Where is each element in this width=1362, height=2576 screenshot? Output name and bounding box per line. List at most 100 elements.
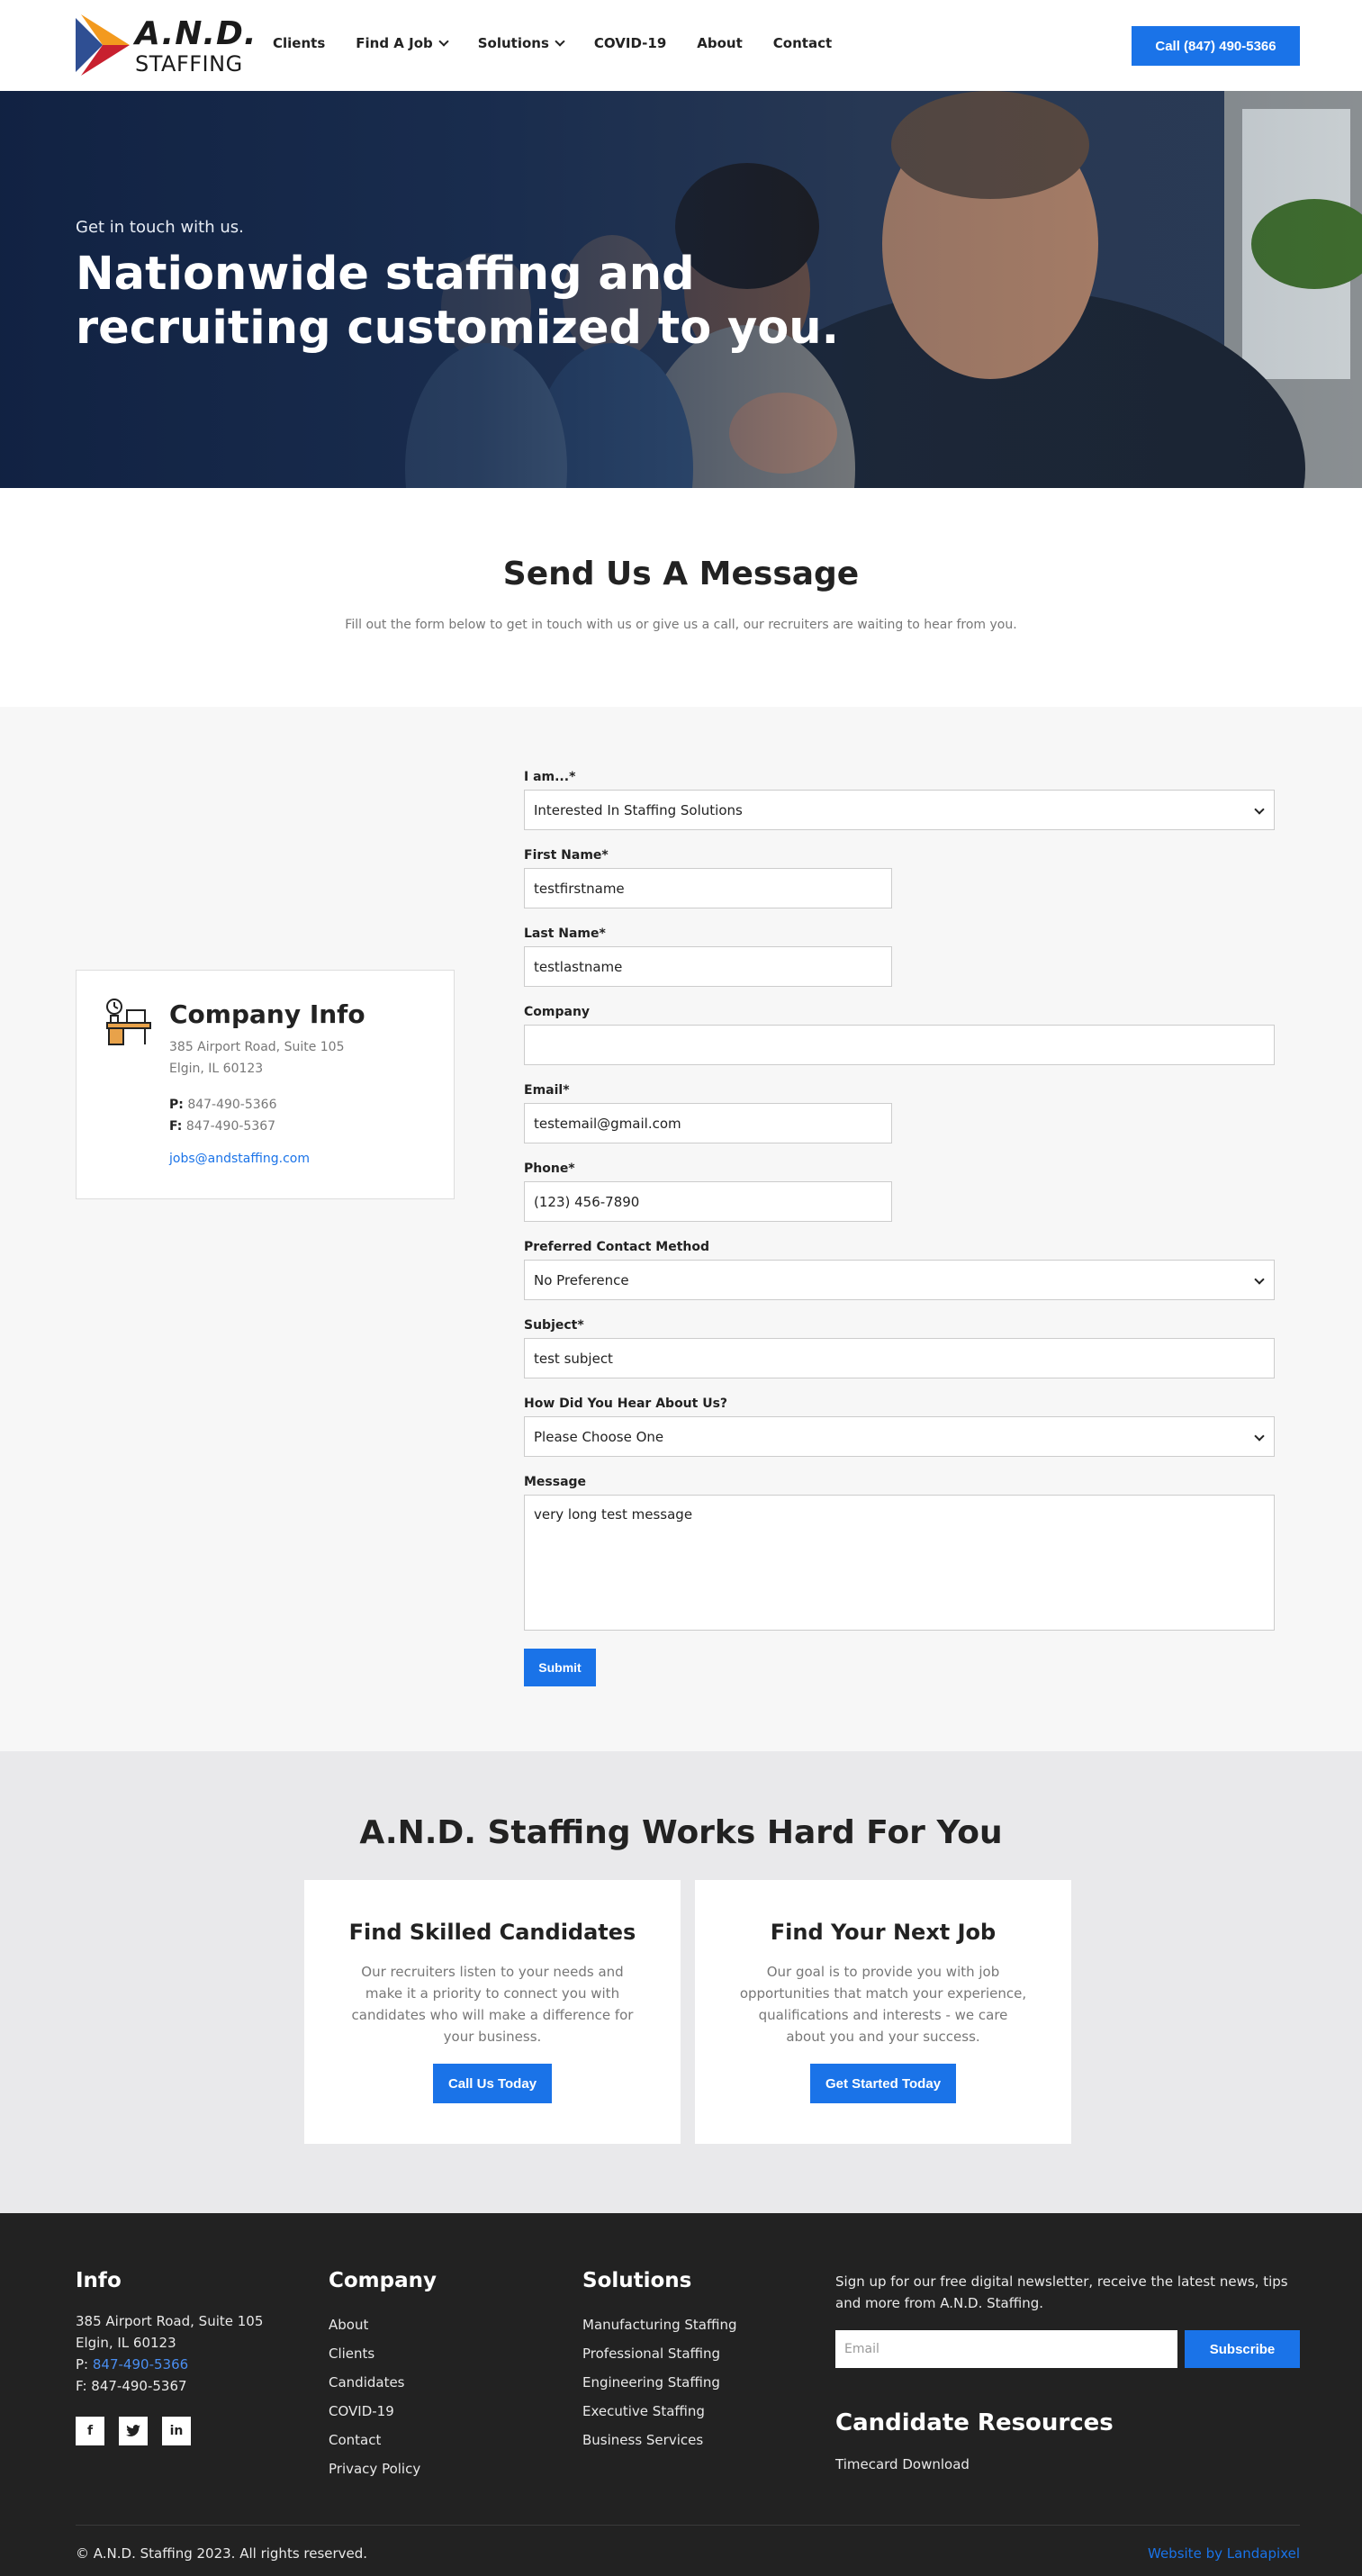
logo-sub-text: STAFFING bbox=[135, 51, 243, 77]
company-label: Company bbox=[524, 1005, 591, 1019]
nav-label: COVID-19 bbox=[593, 35, 667, 51]
footer-company-title: Company bbox=[329, 2269, 437, 2292]
first-name-field[interactable]: testfirstname bbox=[524, 868, 892, 908]
footer-divider bbox=[76, 2525, 1300, 2526]
desk-icon bbox=[106, 999, 151, 1045]
works-hard-section: A.N.D. Staffing Works Hard For You Find … bbox=[0, 1751, 1362, 2213]
company-info-card: Company Info 385 Airport Road, Suite 105… bbox=[76, 970, 455, 1199]
social-links: f in bbox=[76, 2417, 263, 2445]
subject-label: Subject* bbox=[524, 1318, 584, 1333]
footer-link-covid-19[interactable]: COVID-19 bbox=[329, 2397, 437, 2426]
email-link[interactable]: jobs@andstaffing.com bbox=[169, 1152, 365, 1166]
contact-form: I am...* Interested In Staffing Solution… bbox=[524, 770, 1275, 1686]
card-text: Our recruiters listen to your needs and … bbox=[351, 1964, 634, 2045]
subject-field[interactable]: test subject bbox=[524, 1338, 1275, 1378]
email-label: Email* bbox=[524, 1083, 570, 1098]
hear-about-select[interactable]: Please Choose One bbox=[524, 1416, 1275, 1457]
twitter-icon[interactable] bbox=[119, 2417, 148, 2445]
footer-phone-label: P: bbox=[76, 2356, 89, 2373]
nav-label: Solutions bbox=[477, 35, 549, 51]
footer-link-candidates[interactable]: Candidates bbox=[329, 2368, 437, 2397]
website-credit-link[interactable]: Website by Landapixel bbox=[1148, 2545, 1300, 2562]
nav-contact[interactable]: Contact bbox=[773, 35, 832, 51]
first-name-label: First Name* bbox=[524, 848, 609, 863]
address-line-2: Elgin, IL 60123 bbox=[169, 1062, 264, 1076]
footer-solutions: Solutions Manufacturing Staffing Profess… bbox=[582, 2269, 737, 2454]
nav-about[interactable]: About bbox=[697, 35, 743, 51]
nav-clients[interactable]: Clients bbox=[273, 35, 325, 51]
section-title: Send Us A Message bbox=[502, 556, 860, 592]
logo-main-text: A.N.D. bbox=[135, 15, 257, 52]
email-field[interactable]: testemail@gmail.com bbox=[524, 1103, 892, 1143]
copyright: © A.N.D. Staffing 2023. All rights reser… bbox=[76, 2545, 368, 2562]
site-footer: Info 385 Airport Road, Suite 105 Elgin, … bbox=[0, 2213, 1362, 2576]
call-us-today-button[interactable]: Call Us Today bbox=[432, 2064, 553, 2103]
footer-link-professional[interactable]: Professional Staffing bbox=[582, 2339, 737, 2368]
footer-address-2: Elgin, IL 60123 bbox=[76, 2335, 176, 2351]
footer-company: Company About Clients Candidates COVID-1… bbox=[329, 2269, 437, 2483]
site-logo[interactable]: A.N.D. STAFFING bbox=[76, 14, 257, 76]
section-subtitle: Fill out the form below to get in touch … bbox=[345, 618, 1017, 632]
iam-select[interactable]: Interested In Staffing Solutions bbox=[524, 790, 1275, 830]
fax-line: F: 847-490-5367 bbox=[169, 1116, 365, 1137]
message-intro: Send Us A Message Fill out the form belo… bbox=[0, 488, 1362, 707]
company-field[interactable] bbox=[524, 1025, 1275, 1065]
nav-label: Clients bbox=[273, 35, 326, 51]
timecard-download-link[interactable]: Timecard Download bbox=[835, 2456, 1303, 2472]
fax-number: 847-490-5367 bbox=[185, 1119, 276, 1134]
hero-banner: Get in touch with us. Nationwide staffin… bbox=[0, 91, 1362, 488]
newsletter-text: Sign up for our free digital newsletter,… bbox=[835, 2273, 1288, 2311]
footer-link-clients[interactable]: Clients bbox=[329, 2339, 437, 2368]
address-line-1: 385 Airport Road, Suite 105 bbox=[169, 1040, 345, 1054]
footer-info: Info 385 Airport Road, Suite 105 Elgin, … bbox=[76, 2269, 263, 2445]
site-header: A.N.D. STAFFING Clients Find A Job Solut… bbox=[0, 0, 1362, 91]
footer-info-title: Info bbox=[76, 2269, 122, 2292]
footer-fax: F: 847-490-5367 bbox=[76, 2378, 187, 2394]
hero-kicker: Get in touch with us. bbox=[76, 218, 244, 237]
nav-covid-19[interactable]: COVID-19 bbox=[594, 35, 666, 51]
footer-link-engineering[interactable]: Engineering Staffing bbox=[582, 2368, 737, 2397]
company-info-title: Company Info bbox=[169, 999, 365, 1029]
footer-link-privacy-policy[interactable]: Privacy Policy bbox=[329, 2454, 437, 2483]
footer-phone-line: P: 847-490-5366 bbox=[76, 2354, 263, 2375]
nav-label: About bbox=[697, 35, 743, 51]
footer-link-about[interactable]: About bbox=[329, 2310, 437, 2339]
phone-number[interactable]: 847-490-5366 bbox=[187, 1098, 276, 1112]
nav-find-a-job[interactable]: Find A Job bbox=[356, 35, 449, 51]
contact-method-select[interactable]: No Preference bbox=[524, 1260, 1275, 1300]
linkedin-icon[interactable]: in bbox=[162, 2417, 191, 2445]
footer-address-1: 385 Airport Road, Suite 105 bbox=[76, 2313, 264, 2329]
phone-label: P: bbox=[169, 1098, 184, 1112]
footer-link-contact[interactable]: Contact bbox=[329, 2426, 437, 2454]
contact-section: Company Info 385 Airport Road, Suite 105… bbox=[0, 707, 1362, 1751]
phone-label: Phone* bbox=[524, 1161, 575, 1176]
card-title: Find Your Next Job bbox=[770, 1920, 997, 1945]
call-button[interactable]: Call (847) 490-5366 bbox=[1132, 26, 1300, 66]
submit-button[interactable]: Submit bbox=[524, 1649, 596, 1686]
chevron-down-icon bbox=[438, 36, 449, 47]
chevron-down-icon bbox=[555, 36, 565, 47]
last-name-label: Last Name* bbox=[524, 926, 606, 941]
nav-label: Find A Job bbox=[356, 35, 433, 51]
subscribe-button[interactable]: Subscribe bbox=[1185, 2330, 1300, 2368]
newsletter-email-input[interactable]: Email bbox=[835, 2330, 1177, 2368]
facebook-icon[interactable]: f bbox=[76, 2417, 104, 2445]
message-textarea[interactable]: very long test message bbox=[524, 1495, 1275, 1631]
last-name-field[interactable]: testlastname bbox=[524, 946, 892, 987]
fax-label: F: bbox=[169, 1119, 183, 1134]
iam-label: I am...* bbox=[524, 770, 576, 784]
get-started-button[interactable]: Get Started Today bbox=[809, 2064, 957, 2103]
footer-phone-link[interactable]: 847-490-5366 bbox=[93, 2356, 188, 2373]
card-title: Find Skilled Candidates bbox=[348, 1920, 636, 1945]
footer-link-business-services[interactable]: Business Services bbox=[582, 2426, 737, 2454]
card-text: Our goal is to provide you with job oppo… bbox=[739, 1964, 1027, 2045]
footer-link-executive[interactable]: Executive Staffing bbox=[582, 2397, 737, 2426]
card-find-job: Find Your Next Job Our goal is to provid… bbox=[695, 1880, 1071, 2144]
nav-solutions[interactable]: Solutions bbox=[477, 35, 565, 51]
phone-field[interactable]: (123) 456-7890 bbox=[524, 1181, 892, 1222]
main-nav: Clients Find A Job Solutions COVID-19 Ab… bbox=[273, 35, 862, 51]
footer-link-manufacturing[interactable]: Manufacturing Staffing bbox=[582, 2310, 737, 2339]
nav-label: Contact bbox=[772, 35, 833, 51]
candidate-resources-title: Candidate Resources bbox=[835, 2409, 1114, 2436]
footer-newsletter: Sign up for our free digital newsletter,… bbox=[835, 2271, 1303, 2472]
